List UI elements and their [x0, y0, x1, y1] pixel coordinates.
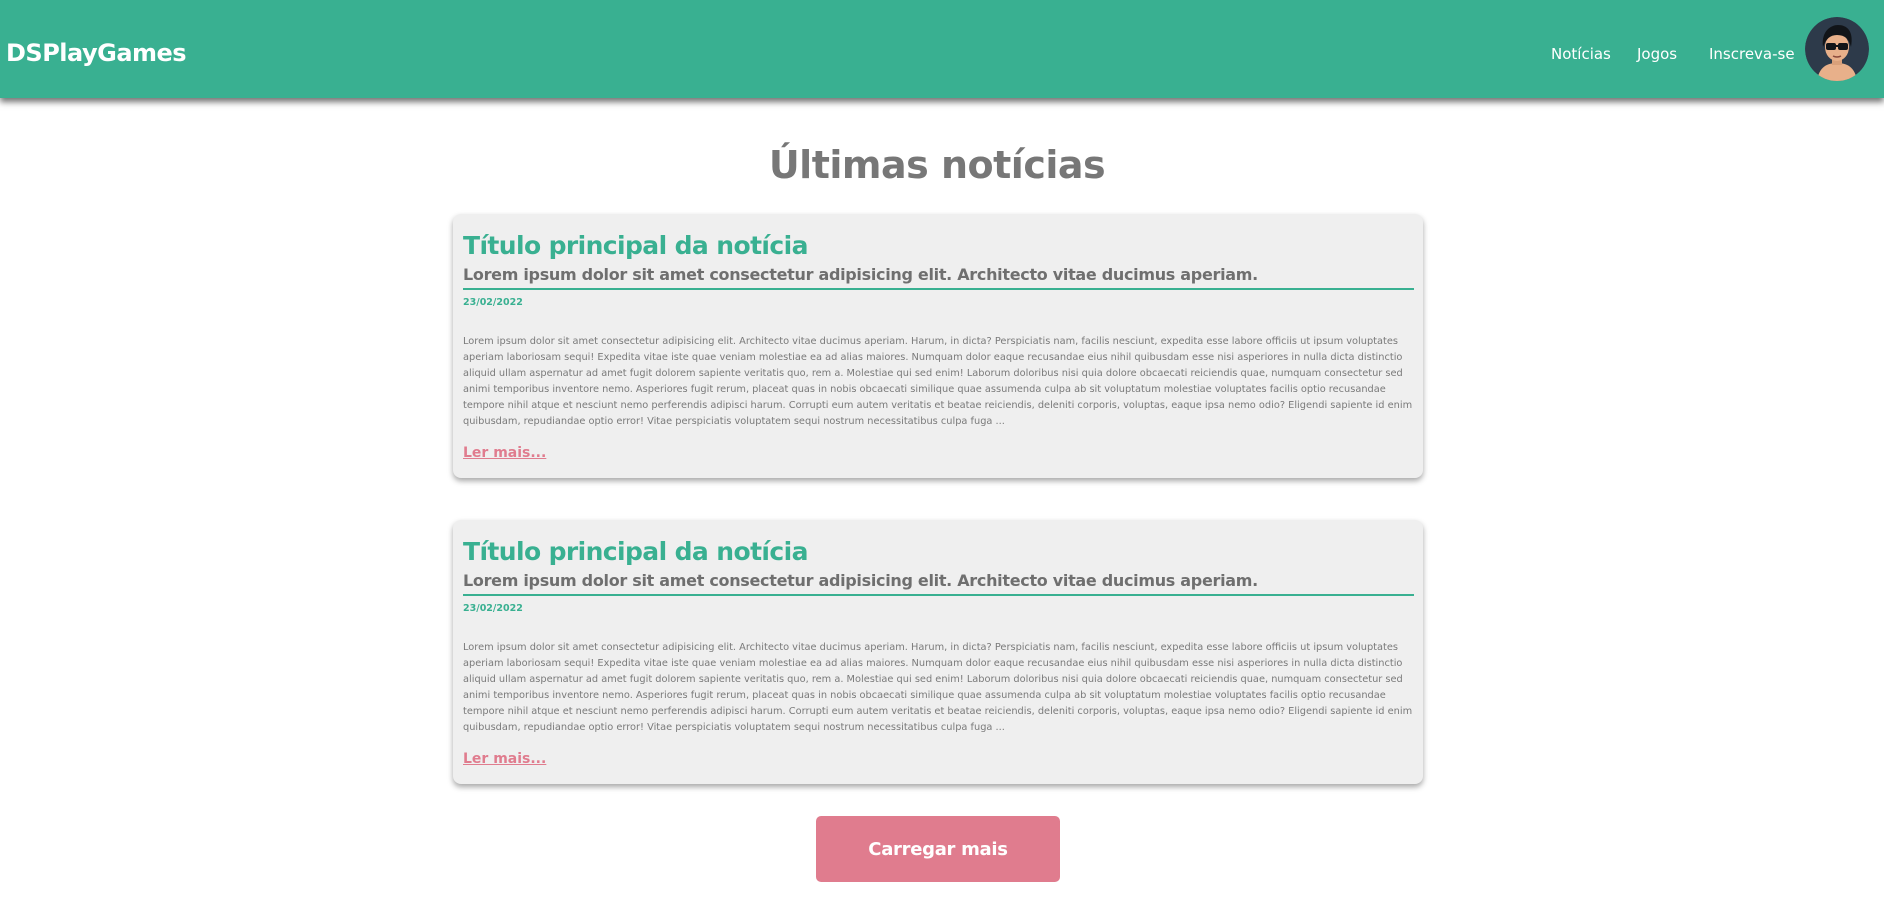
user-avatar-icon-graphic — [1805, 17, 1869, 81]
read-more-link[interactable]: Ler mais... — [463, 444, 546, 462]
nav-link-jogos[interactable]: Jogos — [1637, 44, 1677, 64]
news-subtitle: Lorem ipsum dolor sit amet consectetur a… — [463, 264, 1414, 290]
news-date: 23/02/2022 — [463, 297, 523, 308]
news-date: 23/02/2022 — [463, 603, 523, 614]
brand-logo[interactable]: DSPlayGames — [6, 38, 187, 68]
page-title: Últimas notícias — [768, 143, 1106, 187]
news-body: Lorem ipsum dolor sit amet consectetur a… — [463, 642, 1413, 734]
news-card: Título principal da notícia Lorem ipsum … — [453, 214, 1423, 478]
user-avatar-icon[interactable] — [1805, 17, 1869, 81]
read-more-link[interactable]: Ler mais... — [463, 750, 546, 768]
news-card: Título principal da notícia Lorem ipsum … — [453, 520, 1423, 784]
nav-link-noticias[interactable]: Notícias — [1551, 44, 1611, 64]
news-title: Título principal da notícia — [463, 231, 808, 260]
news-body: Lorem ipsum dolor sit amet consectetur a… — [463, 336, 1413, 428]
nav-link-inscreva-se[interactable]: Inscreva-se — [1709, 44, 1795, 64]
news-title: Título principal da notícia — [463, 537, 808, 566]
news-subtitle: Lorem ipsum dolor sit amet consectetur a… — [463, 570, 1414, 596]
load-more-button[interactable]: Carregar mais — [816, 816, 1060, 882]
top-navbar: DSPlayGames Notícias Jogos Inscreva-se — [0, 0, 1884, 98]
